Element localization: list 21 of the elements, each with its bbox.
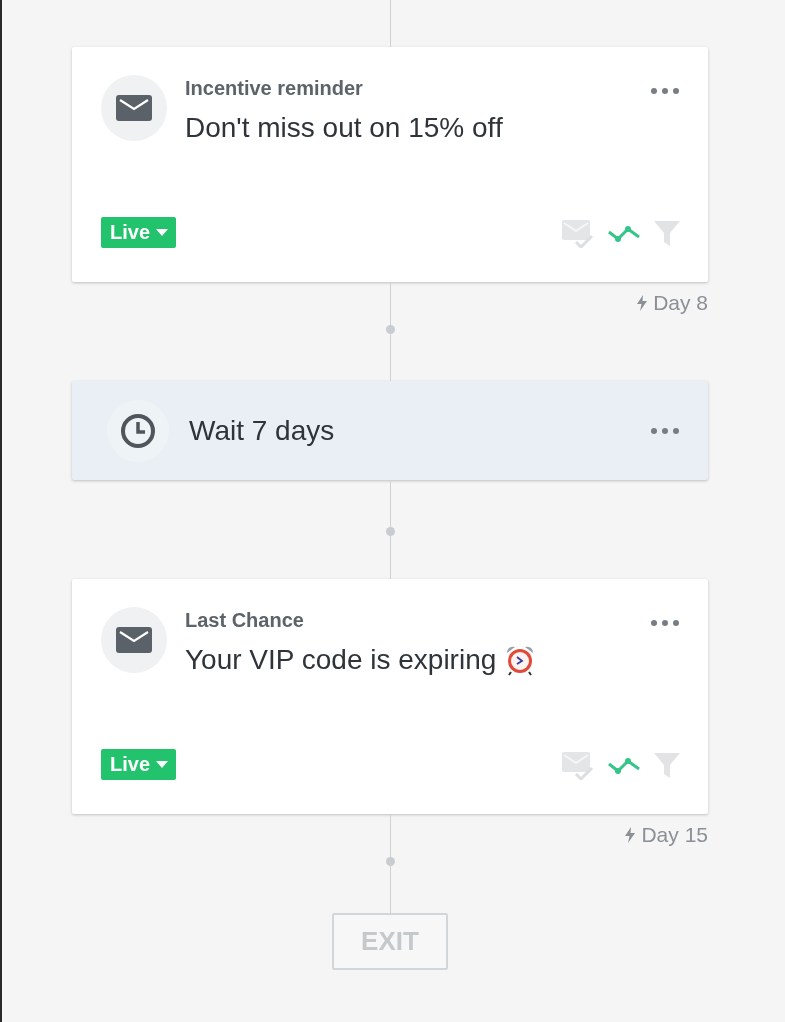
email-title: Last Chance: [185, 609, 305, 632]
envelope-check-icon[interactable]: [562, 749, 594, 780]
day-label: Day 8: [653, 291, 708, 315]
email-subject: Don't miss out on 15% off: [185, 112, 503, 144]
more-icon[interactable]: [650, 426, 680, 435]
email-card[interactable]: Incentive reminder Don't miss out on 15% off Live: [72, 47, 708, 282]
caret-icon: [156, 229, 169, 236]
wait-label: Wait 7 days: [189, 414, 336, 447]
wait-card[interactable]: Wait 7 days: [72, 381, 708, 480]
email-card[interactable]: Last Chance Your VIP code is expiring Live: [72, 579, 708, 814]
funnel-icon[interactable]: [654, 751, 680, 778]
funnel-icon[interactable]: [654, 219, 680, 246]
lightning-icon: [637, 295, 648, 311]
email-title: Incentive reminder: [185, 77, 364, 100]
envelope-check-icon[interactable]: [562, 217, 594, 248]
more-icon[interactable]: [650, 619, 680, 627]
email-subject: Your VIP code is expiring: [185, 644, 497, 676]
lightning-icon: [625, 827, 636, 843]
more-icon[interactable]: [650, 87, 680, 95]
day-label: Day 15: [641, 823, 708, 847]
caret-icon: [156, 761, 169, 768]
